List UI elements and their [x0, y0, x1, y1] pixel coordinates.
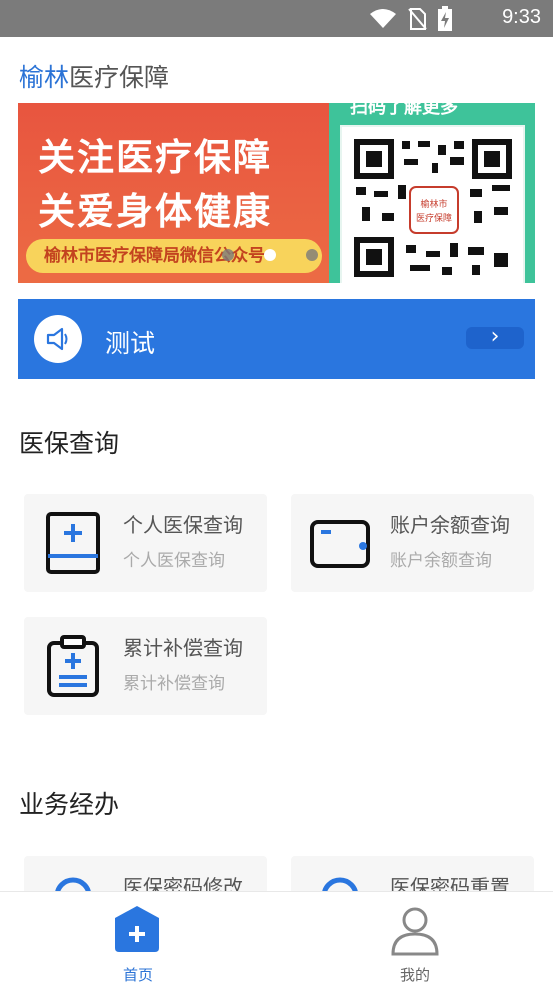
card-subtitle: 账户余额查询	[390, 551, 492, 571]
svg-text:医疗保障: 医疗保障	[416, 212, 452, 224]
battery-charging-icon	[438, 6, 452, 31]
no-sim-icon	[408, 8, 427, 30]
home-plus-icon	[115, 906, 159, 952]
card-subtitle: 个人医保查询	[123, 551, 225, 571]
medical-card-icon	[42, 510, 104, 576]
qr-code: 榆林市 医疗保障	[340, 125, 525, 283]
status-icons	[369, 6, 453, 32]
status-time: 9:33	[502, 6, 541, 28]
chevron-right-icon[interactable]: ›	[466, 326, 524, 349]
page-title: 榆林医疗保障	[19, 58, 169, 94]
notice-bar[interactable]: 测试 ›	[18, 299, 535, 379]
tab-home-label: 首页	[122, 966, 153, 984]
banner-carousel[interactable]: 关注医疗保障 关爱身体健康 榆林市医疗保障局微信公众号 扫码了解更多 榆林市 医…	[18, 103, 535, 283]
carousel-dot[interactable]	[306, 249, 318, 261]
qr-logo-text: 榆林市	[420, 198, 447, 210]
card-title: 个人医保查询	[123, 513, 243, 537]
tab-me-label: 我的	[399, 966, 430, 984]
user-icon	[391, 907, 439, 956]
title-rest: 医疗保障	[69, 63, 170, 92]
wallet-icon	[309, 510, 371, 576]
section-title-business: 业务经办	[19, 790, 120, 819]
qr-code-image: 榆林市 医疗保障	[354, 139, 512, 277]
bottom-tab-bar: 首页 我的	[0, 891, 553, 984]
banner-line-2: 关爱身体健康	[38, 190, 272, 233]
card-personal-query[interactable]: 个人医保查询 个人医保查询	[24, 494, 267, 592]
section-title-query: 医保查询	[19, 429, 120, 458]
qr-caption: 扫码了解更多	[350, 103, 458, 118]
card-balance-query[interactable]: 账户余额查询 账户余额查询	[291, 494, 534, 592]
speaker-icon	[34, 315, 82, 363]
card-subtitle: 累计补偿查询	[123, 674, 225, 694]
tab-home[interactable]: 首页	[68, 892, 208, 984]
card-title: 累计补偿查询	[123, 636, 243, 660]
tab-me[interactable]: 我的	[345, 892, 485, 984]
carousel-dot[interactable]	[222, 249, 234, 261]
city-name: 榆林	[19, 63, 70, 92]
card-title: 账户余额查询	[390, 513, 510, 537]
card-compensation-query[interactable]: 累计补偿查询 累计补偿查询	[24, 617, 267, 715]
clipboard-plus-icon	[42, 633, 104, 699]
banner-line-1: 关注医疗保障	[38, 136, 272, 179]
status-bar: 9:33	[0, 0, 553, 37]
carousel-indicator[interactable]	[222, 249, 332, 265]
carousel-dot-active[interactable]	[264, 249, 276, 261]
wifi-icon	[370, 9, 396, 28]
notice-text: 测试	[105, 329, 156, 358]
